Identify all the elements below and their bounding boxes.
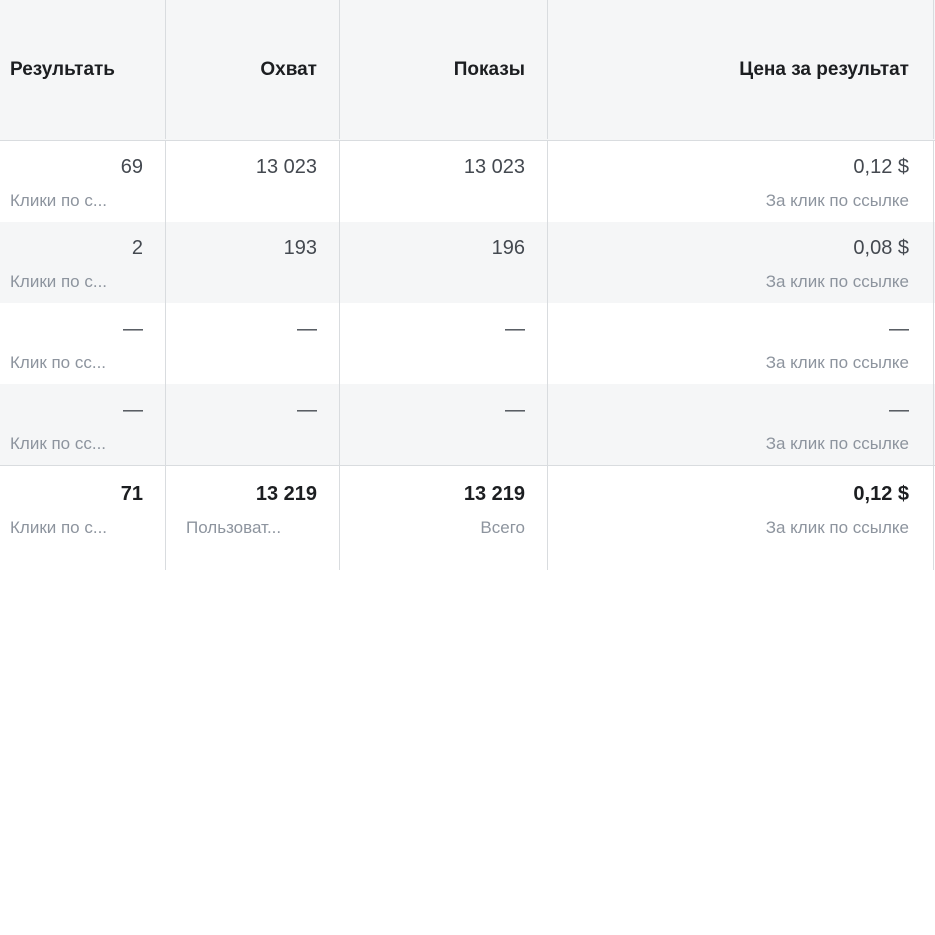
results-cell: — Клик по сс... — [0, 384, 165, 465]
table-row: — Клик по сс... — — — За клик по ссылке — [0, 384, 935, 465]
results-label: Клик по сс... — [10, 434, 107, 453]
cost-value: 0,12 $ — [853, 156, 909, 178]
cost-label: За клик по ссылке — [765, 434, 909, 453]
total-reach-value: 13 219 — [255, 483, 317, 505]
cost-value: — — [889, 399, 909, 421]
total-reach-cell: 13 219 Пользоват... — [165, 466, 339, 570]
total-cost-label: За клик по ссылке — [765, 518, 909, 537]
reach-cell: 193 — [165, 222, 339, 303]
cost-label: За клик по ссылке — [765, 191, 909, 210]
results-cell: 2 Клики по с... — [0, 222, 165, 303]
results-value: — — [123, 399, 143, 421]
impressions-value: — — [505, 399, 525, 421]
total-cost-cell: 0,12 $ За клик по ссылке — [547, 466, 933, 570]
results-label: Клики по с... — [10, 272, 108, 291]
total-results-cell: 71 Клики по с... — [0, 466, 165, 570]
column-header-impressions[interactable]: Показы — [339, 0, 547, 139]
results-value: 69 — [120, 156, 143, 178]
table-header: Результать Охват Показы Цена за результа… — [0, 0, 935, 141]
impressions-cell: — — [339, 303, 547, 384]
table-row: 69 Клики по с... 13 023 13 023 0,12 $ За к… — [0, 141, 935, 222]
impressions-cell: 196 — [339, 222, 547, 303]
table-row: 2 Клики по с... 193 196 0,08 $ За клик по … — [0, 222, 935, 303]
impressions-value: — — [505, 318, 525, 340]
table-total-row: 71 Клики по с... 13 219 Пользоват... 13 21… — [0, 465, 935, 570]
results-label: Клики по с... — [10, 191, 108, 210]
cost-value: — — [889, 318, 909, 340]
total-reach-label: Пользоват... — [186, 518, 282, 537]
cost-cell: 0,12 $ За клик по ссылке — [547, 141, 933, 222]
impressions-cell: — — [339, 384, 547, 465]
reach-cell: — — [165, 303, 339, 384]
impressions-value: 196 — [491, 237, 525, 259]
reach-value: 13 023 — [255, 156, 317, 178]
cost-cell: — За клик по ссылке — [547, 384, 933, 465]
reach-cell: — — [165, 384, 339, 465]
total-cost-value: 0,12 $ — [853, 483, 909, 505]
cost-label: За клик по ссылке — [765, 272, 909, 291]
cost-value: 0,08 $ — [853, 237, 909, 259]
results-cell: 69 Клики по с... — [0, 141, 165, 222]
total-impressions-value: 13 219 — [463, 483, 525, 505]
reach-value: — — [297, 399, 317, 421]
results-label: Клик по сс... — [10, 353, 107, 372]
results-value: 2 — [131, 237, 143, 259]
total-results-label: Клики по с... — [10, 518, 108, 537]
cost-label: За клик по ссылке — [765, 353, 909, 372]
reach-value: 193 — [283, 237, 317, 259]
impressions-value: 13 023 — [463, 156, 525, 178]
table-row: — Клик по сс... — — — За клик по ссылке — [0, 303, 935, 384]
ads-results-table: Результать Охват Показы Цена за результа… — [0, 0, 935, 570]
results-value: — — [123, 318, 143, 340]
total-impressions-label: Всего — [480, 518, 525, 537]
results-cell: — Клик по сс... — [0, 303, 165, 384]
column-header-results[interactable]: Результать — [0, 0, 165, 139]
reach-value: — — [297, 318, 317, 340]
total-results-value: 71 — [120, 483, 143, 505]
cost-cell: — За клик по ссылке — [547, 303, 933, 384]
cost-cell: 0,08 $ За клик по ссылке — [547, 222, 933, 303]
total-impressions-cell: 13 219 Всего — [339, 466, 547, 570]
column-header-cost-per-result[interactable]: Цена за результат — [547, 0, 933, 139]
column-header-reach[interactable]: Охват — [165, 0, 339, 139]
impressions-cell: 13 023 — [339, 141, 547, 222]
reach-cell: 13 023 — [165, 141, 339, 222]
